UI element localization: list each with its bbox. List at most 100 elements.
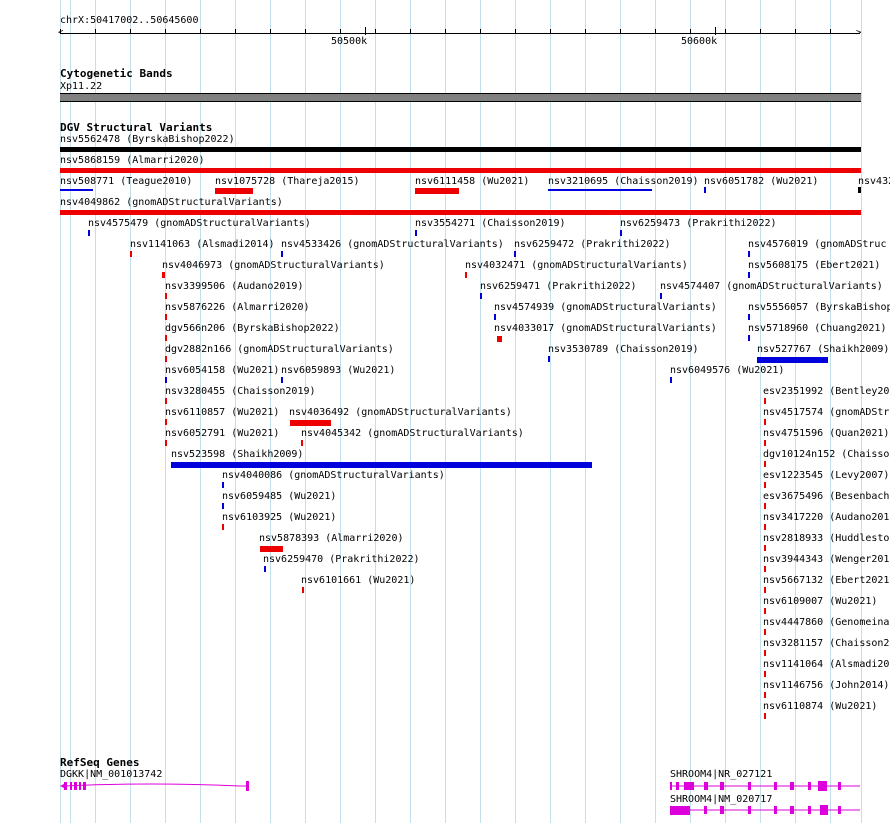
dgv-feature-label[interactable]: nsv523598 (Shaikh2009): [171, 449, 303, 460]
dgv-feature-label[interactable]: nsv5878393 (Almarri2020): [259, 533, 404, 544]
dgv-feature-label[interactable]: nsv6110857 (Wu2021): [165, 407, 279, 418]
dgv-feature-label[interactable]: nsv1146756 (John2014): [763, 680, 889, 691]
dgv-feature-label[interactable]: nsv4574407 (gnomADStructuralVariants): [660, 281, 883, 292]
dgv-feature-label[interactable]: nsv6059485 (Wu2021): [222, 491, 336, 502]
dgv-feature-label[interactable]: nsv4032471 (gnomADStructuralVariants): [465, 260, 688, 271]
shroom4-nr-exon[interactable]: [670, 782, 672, 790]
dgv-feature-label[interactable]: nsv3281157 (Chaisson2: [763, 638, 889, 649]
dgv-feature-bar[interactable]: [764, 398, 766, 404]
shroom4-nm-exon[interactable]: [720, 806, 724, 814]
dgv-feature-bar[interactable]: [302, 587, 304, 593]
dgv-feature-label[interactable]: nsv6059893 (Wu2021): [281, 365, 395, 376]
dgv-feature-label[interactable]: nsv4040086 (gnomADStructuralVariants): [222, 470, 445, 481]
dgv-feature-bar[interactable]: [764, 566, 766, 572]
dgv-feature-label[interactable]: nsv5868159 (Almarri2020): [60, 155, 205, 166]
dgv-feature-label[interactable]: nsv6049576 (Wu2021): [670, 365, 784, 376]
shroom4-nm-exon[interactable]: [808, 806, 811, 814]
dgv-feature-bar[interactable]: [764, 524, 766, 530]
cytoband-track-title[interactable]: Cytogenetic Bands: [60, 68, 173, 80]
dgv-feature-bar[interactable]: [165, 377, 167, 383]
dgv-feature-label[interactable]: esv3675496 (Besenbach: [763, 491, 889, 502]
dgv-track-title[interactable]: DGV Structural Variants: [60, 122, 212, 134]
dgkk-exon[interactable]: [83, 782, 86, 790]
shroom4-nr-exon[interactable]: [818, 781, 827, 791]
dgv-feature-label[interactable]: dgv566n206 (ByrskaBishop2022): [165, 323, 340, 334]
dgv-feature-bar[interactable]: [222, 524, 224, 530]
dgv-feature-bar[interactable]: [748, 272, 750, 278]
cytoband-bar[interactable]: [60, 93, 861, 102]
dgv-feature-bar[interactable]: [514, 251, 516, 257]
dgkk-exon[interactable]: [79, 782, 81, 790]
dgv-feature-label[interactable]: nsv4533426 (gnomADStructuralVariants): [281, 239, 504, 250]
dgv-feature-bar[interactable]: [162, 272, 165, 278]
dgv-feature-bar[interactable]: [264, 566, 266, 572]
dgv-feature-label[interactable]: nsv6101661 (Wu2021): [301, 575, 415, 586]
dgv-feature-bar[interactable]: [165, 398, 167, 404]
dgv-feature-bar[interactable]: [165, 356, 167, 362]
dgv-feature-label[interactable]: nsv5608175 (Ebert2021): [748, 260, 880, 271]
dgv-feature-label[interactable]: nsv3399506 (Audano2019): [165, 281, 303, 292]
dgv-feature-label[interactable]: nsv3417220 (Audano201: [763, 512, 889, 523]
dgv-feature-bar[interactable]: [480, 293, 482, 299]
dgv-feature-label[interactable]: nsv4045342 (gnomADStructuralVariants): [301, 428, 524, 439]
dgv-feature-label[interactable]: nsv4049862 (gnomADStructuralVariants): [60, 197, 283, 208]
dgv-feature-bar[interactable]: [222, 482, 224, 488]
dgv-feature-label[interactable]: nsv432: [858, 176, 890, 187]
dgv-feature-bar[interactable]: [764, 671, 766, 677]
dgv-feature-bar[interactable]: [60, 168, 861, 173]
dgv-feature-bar[interactable]: [858, 187, 861, 193]
dgv-feature-label[interactable]: nsv6052791 (Wu2021): [165, 428, 279, 439]
dgv-feature-bar[interactable]: [494, 314, 496, 320]
dgv-feature-label[interactable]: nsv1141064 (Alsmadi20: [763, 659, 889, 670]
dgv-feature-bar[interactable]: [764, 440, 766, 446]
shroom4-nr-exon[interactable]: [676, 782, 679, 790]
dgv-feature-bar[interactable]: [764, 692, 766, 698]
dgv-feature-bar[interactable]: [165, 335, 167, 341]
shroom4-nm-exon[interactable]: [790, 806, 794, 814]
dgv-feature-label[interactable]: nsv6259472 (Prakrithi2022): [514, 239, 671, 250]
dgv-feature-bar[interactable]: [165, 440, 167, 446]
dgv-feature-bar[interactable]: [415, 188, 459, 194]
dgv-feature-bar[interactable]: [497, 336, 502, 342]
dgv-feature-bar[interactable]: [764, 608, 766, 614]
dgv-feature-label[interactable]: nsv3944343 (Wenger201: [763, 554, 889, 565]
dgv-feature-bar[interactable]: [290, 420, 331, 426]
dgv-feature-bar[interactable]: [764, 461, 766, 467]
dgv-feature-bar[interactable]: [88, 230, 90, 236]
dgv-feature-label[interactable]: nsv508771 (Teague2010): [60, 176, 192, 187]
dgkk-exon[interactable]: [246, 781, 249, 791]
dgv-feature-bar[interactable]: [222, 503, 224, 509]
dgv-feature-label[interactable]: esv2351992 (Bentley20: [763, 386, 889, 397]
dgkk-intron-line[interactable]: [63, 783, 248, 787]
dgv-feature-label[interactable]: nsv4036492 (gnomADStructuralVariants): [289, 407, 512, 418]
dgv-feature-label[interactable]: nsv3530789 (Chaisson2019): [548, 344, 699, 355]
dgv-feature-bar[interactable]: [60, 147, 861, 152]
dgv-feature-label[interactable]: nsv6051782 (Wu2021): [704, 176, 818, 187]
shroom4-nr-exon[interactable]: [790, 782, 794, 790]
shroom4-nm-exon[interactable]: [670, 806, 690, 815]
dgv-feature-bar[interactable]: [165, 293, 167, 299]
dgv-feature-label[interactable]: nsv4447860 (Genomeina: [763, 617, 889, 628]
dgv-feature-bar[interactable]: [748, 251, 750, 257]
dgv-feature-bar[interactable]: [548, 189, 652, 191]
shroom4-nm-exon[interactable]: [748, 806, 751, 814]
dgv-feature-label[interactable]: nsv6259470 (Prakrithi2022): [263, 554, 420, 565]
dgv-feature-bar[interactable]: [301, 440, 303, 446]
shroom4-nr-exon[interactable]: [808, 782, 811, 790]
dgv-feature-bar[interactable]: [660, 293, 662, 299]
dgkk-exon[interactable]: [74, 782, 77, 790]
genome-browser-image[interactable]: chrX:50417002..50645600 < > 50500k 50600…: [0, 0, 890, 823]
dgv-feature-bar[interactable]: [620, 230, 622, 236]
dgv-feature-label[interactable]: nsv3280455 (Chaisson2019): [165, 386, 316, 397]
dgv-feature-label[interactable]: nsv6259471 (Prakrithi2022): [480, 281, 637, 292]
dgv-feature-label[interactable]: dgv10124n152 (Chaisso: [763, 449, 889, 460]
refseq-gene-label[interactable]: SHROOM4|NR_027121: [670, 769, 772, 780]
refseq-gene-label[interactable]: SHROOM4|NM_020717: [670, 794, 772, 805]
dgv-feature-label[interactable]: nsv4046973 (gnomADStructuralVariants): [162, 260, 385, 271]
dgv-feature-label[interactable]: dgv2882n166 (gnomADStructuralVariants): [165, 344, 394, 355]
dgv-feature-bar[interactable]: [764, 503, 766, 509]
dgv-feature-label[interactable]: nsv5667132 (Ebert2021: [763, 575, 889, 586]
dgv-feature-bar[interactable]: [415, 230, 417, 236]
dgv-feature-bar[interactable]: [704, 187, 706, 193]
dgv-feature-bar[interactable]: [165, 419, 167, 425]
